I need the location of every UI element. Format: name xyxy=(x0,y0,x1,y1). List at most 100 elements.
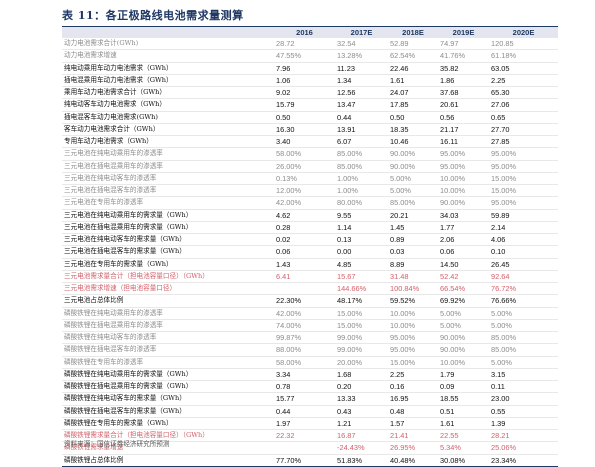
header-cell-label xyxy=(62,27,274,38)
row-value-2017e: 99.00% xyxy=(335,343,388,357)
row-value-2020e: 61.18% xyxy=(489,49,558,63)
row-value-2020e: 0.65 xyxy=(489,111,558,124)
row-value-2018e: 24.07 xyxy=(388,86,438,100)
row-value-2016: 0.02 xyxy=(274,233,335,247)
row-value-2016: 16.30 xyxy=(274,123,335,137)
table-row: 客车动力电池需求合计（GWh） 16.30 13.91 18.35 21.17 27.70 xyxy=(62,123,558,137)
row-value-2017e: 12.56 xyxy=(335,86,388,100)
row-value-2017e: 0.00 xyxy=(335,245,388,259)
row-value-2020e: 5.00% xyxy=(489,319,558,333)
row-label: 磷酸铁锂在纯电动乘用车的渗透率 xyxy=(62,307,274,320)
row-value-2019e: 18.55 xyxy=(438,392,489,406)
row-label: 三元电池在专用车的需求量（GWh） xyxy=(62,258,274,271)
row-value-2016: 42.00% xyxy=(274,196,335,210)
row-value-2019e: 1.86 xyxy=(438,74,489,88)
row-label: 磷酸铁锂在专用车的需求量（GWh） xyxy=(62,417,274,431)
row-value-2018e: 20.21 xyxy=(388,209,438,222)
row-value-2016: 1.97 xyxy=(274,417,335,431)
row-value-2016: 0.44 xyxy=(274,405,335,418)
row-label: 纯电动客车动力电池需求（GWh） xyxy=(62,98,274,112)
row-label: 三元电池在纯电动乘用车的渗透率 xyxy=(62,147,274,161)
row-value-2018e: 0.03 xyxy=(388,245,438,259)
row-label: 三元电池需求增速（担电池容量口径） xyxy=(62,282,274,296)
row-value-2018e: 100.84% xyxy=(388,282,438,296)
row-value-2017e: 16.87 xyxy=(335,429,388,443)
row-label: 三元电池在插电混客车的渗透率 xyxy=(62,184,274,198)
row-value-2017e: 0.20 xyxy=(335,380,388,394)
row-value-2020e: 76.66% xyxy=(489,294,558,308)
row-label: 三元电池在插电混乘用车的渗透率 xyxy=(62,160,274,173)
row-value-2019e: 52.42 xyxy=(438,270,489,284)
row-value-2017e: 85.00% xyxy=(335,147,388,161)
table-row: 磷酸铁锂在纯电动客车的需求量（GWh） 15.77 13.33 16.95 18.55 2… xyxy=(62,392,558,406)
row-value-2019e: 10.00% xyxy=(438,172,489,186)
row-value-2018e: 26.95% xyxy=(388,441,438,455)
row-label: 磷酸铁锂在插电混乘用车的需求量（GWh） xyxy=(62,380,274,394)
table-row: 动力电池需求增速 47.55% 13.28% 62.54% 41.76% 61.18% xyxy=(62,49,558,63)
row-value-2017e: 4.85 xyxy=(335,258,388,271)
row-value-2020e: 0.10 xyxy=(489,245,558,259)
row-value-2017e: 20.00% xyxy=(335,356,388,369)
row-value-2017e: 80.00% xyxy=(335,196,388,210)
row-value-2017e: 9.55 xyxy=(335,209,388,222)
row-value-2019e: 0.56 xyxy=(438,111,489,124)
row-value-2017e: 85.00% xyxy=(335,160,388,173)
row-value-2020e: 23.00 xyxy=(489,392,558,406)
row-value-2017e: 13.47 xyxy=(335,98,388,112)
row-value-2016: 0.78 xyxy=(274,380,335,394)
table-row: 三元电池在插电混客车的渗透率 12.00% 1.00% 5.00% 10.00% 15.0… xyxy=(62,184,558,198)
row-value-2020e: 63.05 xyxy=(489,62,558,75)
report-page: 表 11：各正极路线电池需求量测算 2016 2017E 2018E 2019E… xyxy=(0,0,595,467)
row-value-2020e: 15.00% xyxy=(489,184,558,198)
row-value-2020e: 4.06 xyxy=(489,233,558,247)
row-value-2019e: 1.79 xyxy=(438,368,489,382)
row-value-2020e: 1.39 xyxy=(489,417,558,431)
table-row: 三元电池在纯电动乘用车的渗透率 58.00% 85.00% 90.00% 95.00% 9… xyxy=(62,147,558,161)
row-value-2016: 22.30% xyxy=(274,294,335,308)
row-value-2020e: 120.85 xyxy=(489,38,558,51)
row-value-2018e: 10.00% xyxy=(388,307,438,320)
row-value-2016: 6.41 xyxy=(274,270,335,284)
row-value-2016: 58.00% xyxy=(274,147,335,161)
row-label: 客车动力电池需求合计（GWh） xyxy=(62,123,274,137)
table-row: 三元电池占总体比例 22.30% 48.17% 59.52% 69.92% 76.66% xyxy=(62,294,558,308)
row-label: 三元电池在专用车的渗透率 xyxy=(62,196,274,210)
table-row: 磷酸铁锂在专用车的需求量（GWh） 1.97 1.21 1.57 1.61 1.39 xyxy=(62,417,558,431)
row-value-2019e: 0.09 xyxy=(438,380,489,394)
row-value-2017e: 6.07 xyxy=(335,135,388,149)
table-title: 表 11：各正极路线电池需求量测算 xyxy=(62,9,244,22)
row-label: 三元电池在插电混客车的需求量（GWh） xyxy=(62,245,274,259)
row-value-2018e: 0.16 xyxy=(388,380,438,394)
row-value-2018e: 52.89 xyxy=(388,38,438,51)
table-row: 磷酸铁锂在插电混客车的渗透率 88.00% 99.00% 95.00% 90.00% 85… xyxy=(62,343,558,357)
row-value-2020e: 3.15 xyxy=(489,368,558,382)
table-row: 磷酸铁锂在插电混客车的需求量（GWh） 0.44 0.43 0.48 0.51 0.55 xyxy=(62,405,558,418)
row-value-2018e: 0.50 xyxy=(388,111,438,124)
battery-demand-table: 2016 2017E 2018E 2019E 2020E 动力电池需求合计(GW… xyxy=(62,27,558,467)
row-value-2018e: 1.57 xyxy=(388,417,438,431)
row-value-2019e: 10.00% xyxy=(438,184,489,198)
row-value-2018e: 16.95 xyxy=(388,392,438,406)
row-value-2019e: 95.00% xyxy=(438,147,489,161)
row-value-2020e: 76.72% xyxy=(489,282,558,296)
row-value-2019e: 14.50 xyxy=(438,258,489,271)
row-value-2018e: 62.54% xyxy=(388,49,438,63)
row-value-2017e: 13.91 xyxy=(335,123,388,137)
row-value-2016: 28.72 xyxy=(274,38,335,51)
row-value-2019e: 1.61 xyxy=(438,417,489,431)
row-value-2019e: 74.97 xyxy=(438,38,489,51)
row-value-2016: 88.00% xyxy=(274,343,335,357)
table-row: 三元电池需求量合计（担电池容量口径）（GWh） 6.41 15.67 31.48 52.… xyxy=(62,270,558,284)
row-value-2016: 1.43 xyxy=(274,258,335,271)
table-row: 动力电池需求合计(GWh) 28.72 32.54 52.89 74.97 120.85 xyxy=(62,38,558,51)
table-row: 三元电池在专用车的需求量（GWh） 1.43 4.85 8.89 14.50 26.45 xyxy=(62,258,558,271)
row-value-2017e: 32.54 xyxy=(335,38,388,51)
row-value-2020e: 59.89 xyxy=(489,209,558,222)
row-label: 动力电池需求增速 xyxy=(62,49,274,63)
table-row: 纯电动客车动力电池需求（GWh） 15.79 13.47 17.85 20.61 27.0… xyxy=(62,98,558,112)
row-value-2016: 22.32 xyxy=(274,429,335,443)
row-label: 磷酸铁锂在纯电动客车的需求量（GWh） xyxy=(62,392,274,406)
row-value-2016: 0.50 xyxy=(274,111,335,124)
row-label: 磷酸铁锂在插电混客车的需求量（GWh） xyxy=(62,405,274,418)
row-value-2016: 42.00% xyxy=(274,307,335,320)
